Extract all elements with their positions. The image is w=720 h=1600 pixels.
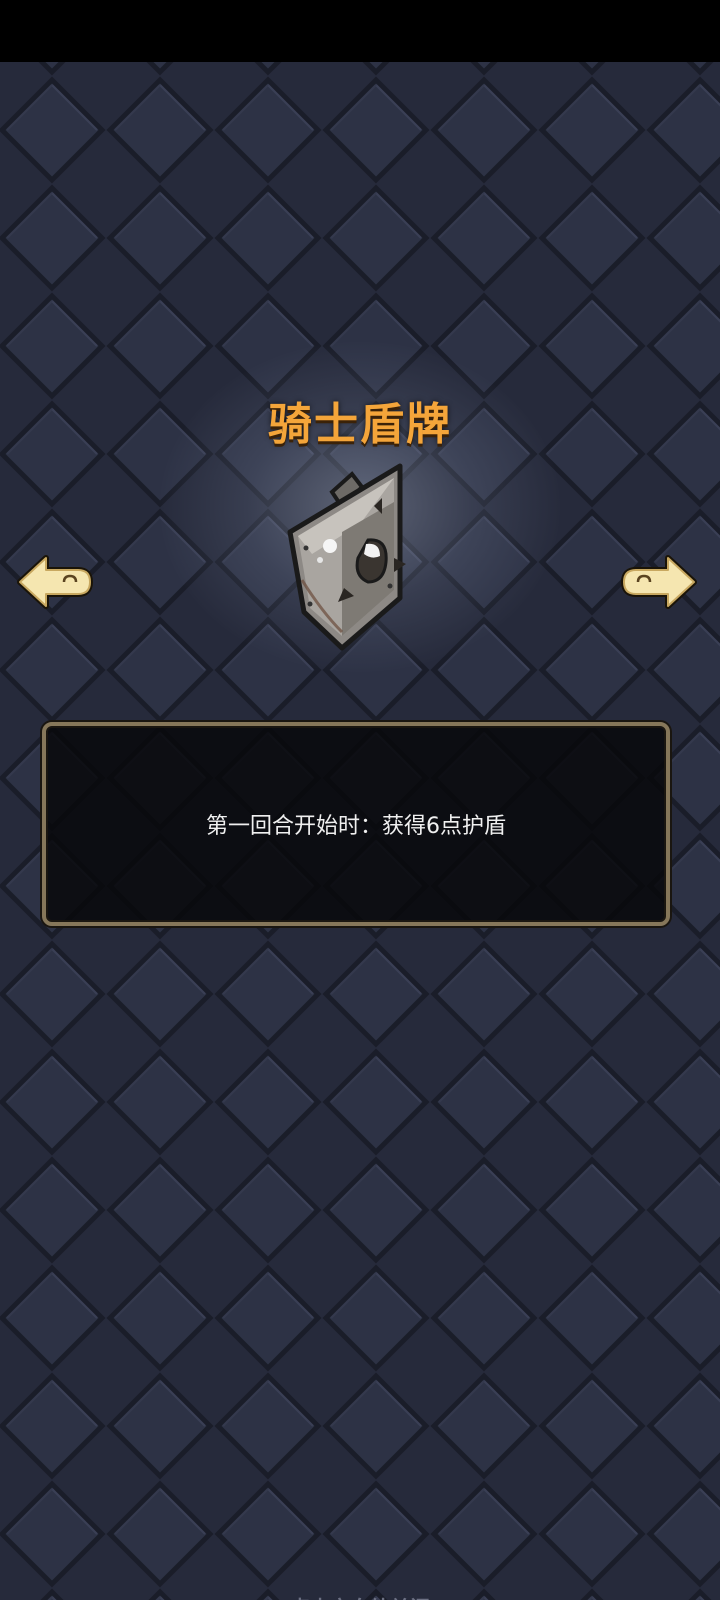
description-panel: 第一回合开始时：获得6点护盾 <box>42 722 670 926</box>
knight-shield-icon <box>287 463 406 651</box>
item-description: 第一回合开始时：获得6点护盾 <box>206 814 506 839</box>
item-detail-overlay[interactable]: 骑士盾牌 第一回合开始时：获得6点护盾 点击空白处关闭 <box>0 62 720 1600</box>
item-title: 骑士盾牌 <box>268 399 452 450</box>
close-hint[interactable]: 点击空白处关闭 <box>0 1592 720 1600</box>
status-bar <box>0 0 720 62</box>
next-item-arrow-icon[interactable] <box>620 552 698 612</box>
prev-item-arrow-icon[interactable] <box>16 552 94 612</box>
